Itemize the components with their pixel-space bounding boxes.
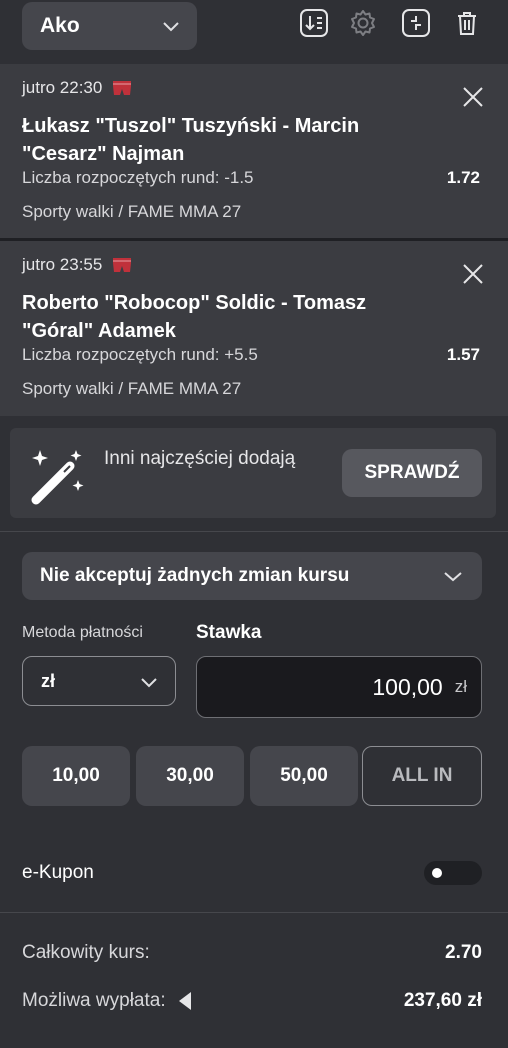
stake-unit: zł: [454, 677, 467, 696]
close-icon[interactable]: [462, 86, 484, 108]
chevron-down-icon: [141, 678, 157, 688]
event-time-row: jutro 22:30: [22, 78, 132, 98]
total-odds-label: Całkowity kurs:: [22, 942, 150, 963]
mma-shorts-icon: [113, 81, 132, 95]
event-title: Roberto "Robocop" Soldic - Tomasz "Góral…: [22, 292, 367, 342]
chevron-down-icon: [163, 22, 179, 32]
stake-label: Stawka: [196, 622, 262, 643]
bet-type-label: Ako: [40, 14, 80, 37]
toggle-knob: [432, 868, 442, 878]
quick-stake-button[interactable]: 50,00: [250, 746, 358, 806]
odds-change-dropdown[interactable]: Nie akceptuj żadnych zmian kursu: [22, 552, 482, 600]
chevron-down-icon: [444, 572, 462, 582]
suggestions-banner: Inni najczęściej dodają SPRAWDŹ: [10, 428, 496, 518]
ekupon-label: e-Kupon: [22, 862, 94, 883]
stake-input[interactable]: 100,00 zł: [196, 656, 482, 718]
event-time: jutro 23:55: [22, 255, 103, 274]
section-divider: [0, 531, 508, 532]
odds-change-label: Nie akceptuj żadnych zmian kursu: [40, 565, 350, 586]
payout-value: 237,60 zł: [403, 990, 482, 1011]
all-in-button[interactable]: ALL IN: [362, 746, 482, 806]
betslip-header: Ako: [0, 0, 508, 64]
league-path: Sporty walki / FAME MMA 27: [22, 202, 242, 221]
league-path: Sporty walki / FAME MMA 27: [22, 379, 242, 398]
payout-row: Możliwa wypłata:: [22, 990, 192, 1012]
bet-type-dropdown[interactable]: Ako: [22, 2, 197, 50]
magic-wand-icon: [31, 450, 84, 505]
section-divider: [0, 912, 508, 913]
total-odds-value: 2.70: [445, 942, 482, 963]
selection-odds: 1.72: [446, 168, 480, 187]
gear-icon[interactable]: [346, 6, 380, 40]
mma-shorts-icon: [113, 258, 132, 272]
currency-dropdown[interactable]: zł: [22, 656, 176, 706]
suggestions-text: Inni najczęściej dodają: [104, 448, 296, 469]
sort-icon[interactable]: [297, 6, 331, 40]
event-time: jutro 22:30: [22, 78, 103, 97]
check-suggestions-button[interactable]: SPRAWDŹ: [342, 449, 482, 497]
trash-icon[interactable]: [450, 6, 484, 40]
selection-odds: 1.57: [446, 345, 480, 364]
bet-selection-card: jutro 22:30 Łukasz "Tuszol" Tuszyński - …: [0, 64, 508, 238]
event-time-row: jutro 23:55: [22, 255, 132, 275]
bet-selection-card: jutro 23:55 Roberto "Robocop" Soldic - T…: [0, 241, 508, 416]
event-title: Łukasz "Tuszol" Tuszyński - Marcin "Cesa…: [22, 115, 360, 165]
caret-left-icon[interactable]: [178, 991, 192, 1011]
quick-stake-button[interactable]: 10,00: [22, 746, 130, 806]
close-icon[interactable]: [462, 263, 484, 285]
quick-stake-button[interactable]: 30,00: [136, 746, 244, 806]
payment-method-label: Metoda płatności: [22, 624, 143, 641]
ekupon-toggle[interactable]: [424, 861, 482, 885]
currency-value: zł: [41, 670, 56, 691]
expand-icon[interactable]: [399, 6, 433, 40]
payout-label: Możliwa wypłata:: [22, 990, 166, 1011]
market-name: Liczba rozpoczętych rund: +5.5: [22, 345, 258, 364]
market-name: Liczba rozpoczętych rund: -1.5: [22, 168, 254, 187]
stake-value: 100,00: [372, 673, 443, 700]
